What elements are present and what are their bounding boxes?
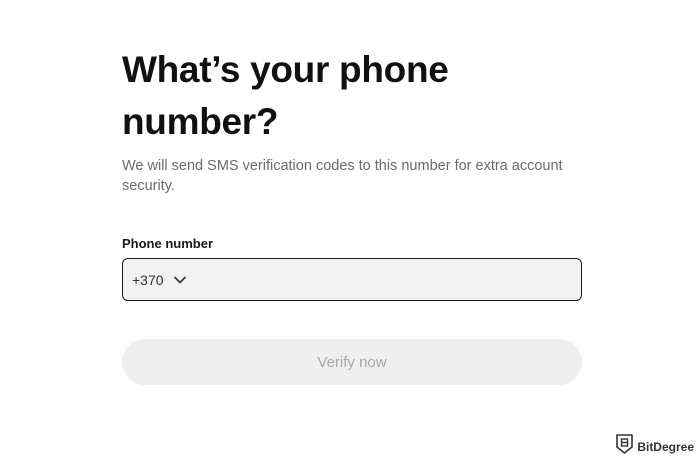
watermark-text: BitDegree — [637, 439, 694, 454]
phone-number-input[interactable] — [185, 259, 581, 300]
bitdegree-logo-icon — [616, 434, 634, 459]
chevron-down-icon[interactable] — [173, 276, 186, 284]
phone-verification-page: What’s your phone number? We will send S… — [0, 0, 700, 464]
phone-number-label: Phone number — [122, 236, 214, 251]
page-subtitle: We will send SMS verification codes to t… — [122, 158, 563, 194]
phone-number-field[interactable]: +370 — [122, 258, 582, 301]
page-title: What’s your phone number? — [122, 49, 449, 142]
main-content: What’s your phone number? We will send S… — [122, 44, 582, 385]
country-code-select[interactable]: +370 — [132, 272, 164, 288]
watermark: BitDegree — [616, 434, 694, 459]
verify-now-button[interactable]: Verify now — [122, 339, 582, 385]
